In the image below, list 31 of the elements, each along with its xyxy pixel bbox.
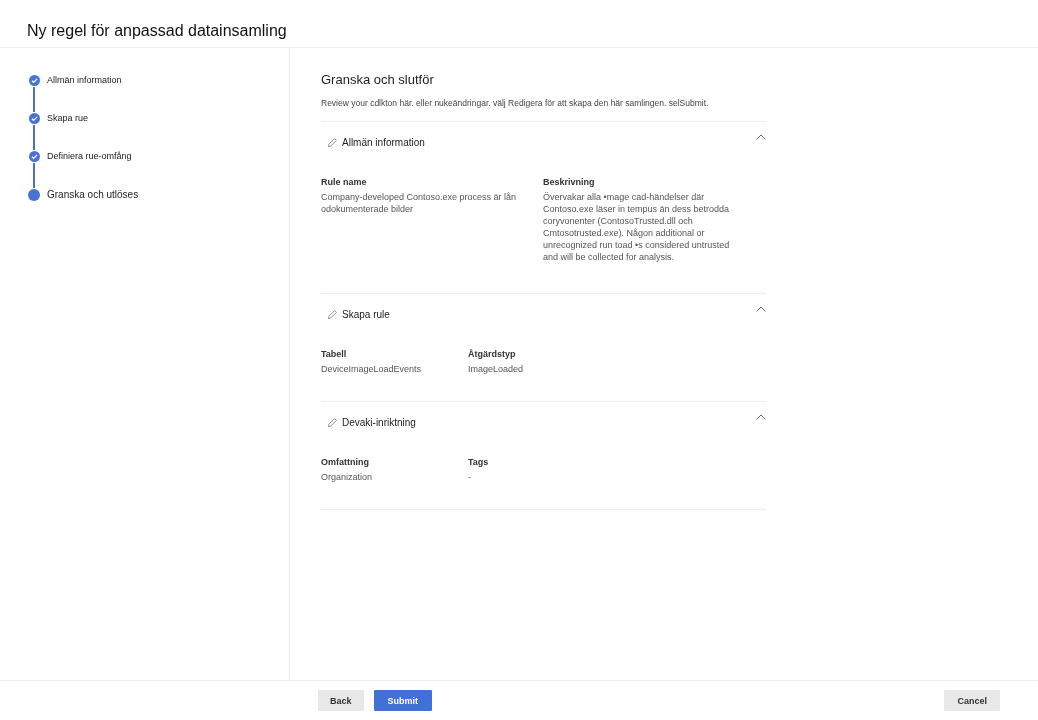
cancel-button[interactable]: Cancel xyxy=(944,690,1000,711)
field-label: Omfattning xyxy=(321,456,370,468)
dialog-title: Ny regel för anpassad datainsamling xyxy=(27,21,287,40)
section-title[interactable]: Devaki-inriktning xyxy=(342,416,416,428)
field-label: Beskrivning xyxy=(543,176,596,188)
step-label: Allmän information xyxy=(47,75,122,87)
field-label: Tags xyxy=(468,456,490,468)
field-value: Organization xyxy=(321,471,374,483)
chevron-up-icon[interactable] xyxy=(756,134,766,140)
chevron-up-icon[interactable] xyxy=(756,414,766,420)
page-heading: Granska och slutför xyxy=(321,72,435,88)
section-title[interactable]: Skapa rule xyxy=(342,308,390,320)
section-title[interactable]: Allmän information xyxy=(342,136,425,148)
page-description: Review your cdlkton här. eller nukeändringar. välj Redigera för att skapa den här samlingen. selSubmit. xyxy=(321,98,766,122)
field-label: Tabell xyxy=(321,348,348,360)
step-label: Granska och utlöses xyxy=(47,189,139,202)
back-button[interactable]: Back xyxy=(318,690,364,711)
pencil-icon[interactable] xyxy=(327,136,338,148)
pencil-icon[interactable] xyxy=(327,416,338,428)
pencil-icon[interactable] xyxy=(327,308,338,320)
step-label: Definiera rue-omfång xyxy=(47,151,132,163)
field-value: ImageLoaded xyxy=(468,363,525,375)
field-value: Övervakar alla •mage cad-händelser där Contoso.exe läser in tempus än dess betrodda coryvonenter (ContosoTrusted.dll och Cmtosotrusted.exe). Någon additional or unrecognized run toad •s considered untrusted and will be collected for analysis. xyxy=(543,191,731,263)
field-label: Åtgärdstyp xyxy=(468,348,517,360)
field-value: - xyxy=(468,471,472,483)
submit-button[interactable]: Submit xyxy=(373,690,432,711)
field-value: Company-developed Contoso.exe process är lån odokumenterade bilder xyxy=(321,191,518,215)
step-label: Skapa rue xyxy=(47,113,89,125)
field-value: DeviceImageLoadEvents xyxy=(321,363,423,375)
chevron-up-icon[interactable] xyxy=(756,306,766,312)
field-label: Rule name xyxy=(321,176,368,188)
